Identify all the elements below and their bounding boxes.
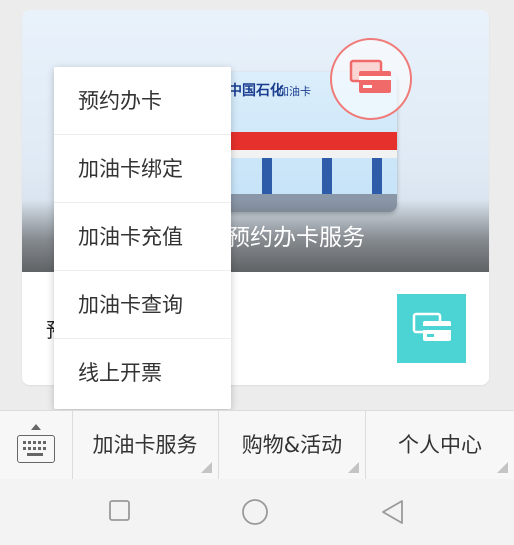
tab-fuel-card-service[interactable]: 加油卡服务 — [72, 411, 219, 479]
tab-label: 购物&活动 — [241, 433, 343, 457]
card-name: 加油卡 — [278, 85, 311, 98]
submenu-indicator — [201, 462, 212, 473]
card-service-icon — [397, 294, 466, 363]
recents-icon[interactable] — [108, 499, 132, 527]
submenu-indicator — [497, 462, 508, 473]
menu-item-invoice[interactable]: 线上开票 — [54, 339, 231, 407]
banner-caption: 预约办卡服务 — [227, 225, 365, 251]
tab-label: 加油卡服务 — [92, 433, 198, 457]
keyboard-icon — [17, 435, 55, 463]
menu-item-query[interactable]: 加油卡查询 — [54, 271, 231, 339]
popup-menu: 预约办卡 加油卡绑定 加油卡充值 加油卡查询 线上开票 — [54, 67, 231, 409]
home-icon[interactable] — [241, 498, 269, 530]
bottom-menu-bar: 加油卡服务 购物&活动 个人中心 — [0, 410, 514, 480]
tab-personal-center[interactable]: 个人中心 — [366, 411, 514, 479]
card-brand: 中国石化 — [228, 83, 284, 99]
system-nav-bar — [0, 479, 514, 545]
menu-item-bind-card[interactable]: 加油卡绑定 — [54, 135, 231, 203]
tab-label: 个人中心 — [398, 433, 482, 457]
menu-item-recharge[interactable]: 加油卡充值 — [54, 203, 231, 271]
submenu-indicator — [348, 462, 359, 473]
back-icon[interactable] — [380, 499, 406, 529]
caret-up-icon — [31, 424, 41, 430]
station-roof-trim — [222, 150, 397, 158]
tab-shopping-activities[interactable]: 购物&活动 — [219, 411, 366, 479]
keyboard-toggle-button[interactable] — [0, 411, 73, 479]
station-roof — [222, 132, 397, 150]
menu-item-book-card[interactable]: 预约办卡 — [54, 67, 231, 135]
credit-card-icon — [330, 38, 412, 120]
